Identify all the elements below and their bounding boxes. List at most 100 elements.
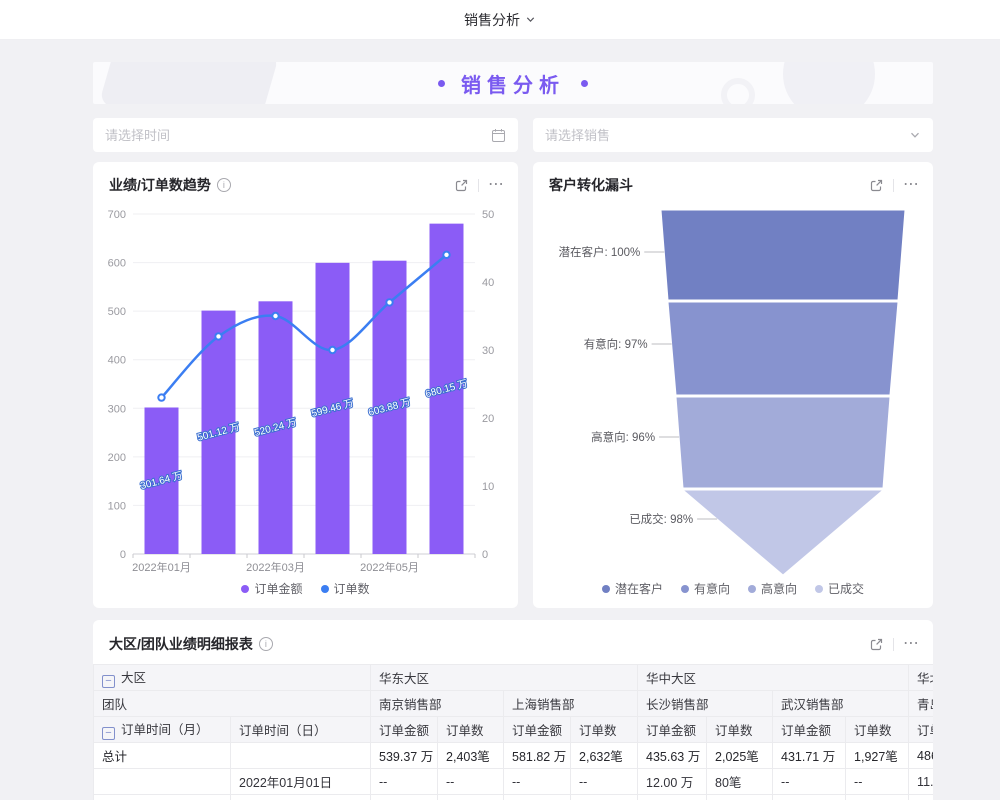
time-filter[interactable] [93,118,518,152]
table-header-cell: 订单数 [707,717,773,743]
header-label: 上海销售部 [512,698,575,712]
table-cell: -- [773,769,846,795]
table-cell: -- [438,795,504,800]
funnel-legend-item[interactable]: 已成交 [815,580,864,597]
table-cell: -- [846,795,909,800]
card-header: 业绩/订单数趋势 i ⋯ [93,162,518,195]
funnel-segment-3[interactable] [676,397,890,488]
calendar-icon [491,128,506,143]
more-menu-icon[interactable]: ⋯ [488,181,504,189]
header-label: 订单金额 [379,724,429,738]
time-filter-input[interactable] [105,128,491,143]
table-header-cell: 订单金额 [773,717,846,743]
card-title: 大区/团队业绩明细报表 [109,634,253,654]
more-menu-icon[interactable]: ⋯ [903,640,919,648]
collapse-icon[interactable]: − [102,727,115,740]
sales-filter[interactable] [533,118,933,152]
export-icon[interactable] [869,178,884,193]
right-axis-tick: 0 [482,549,488,561]
line-point[interactable] [329,347,335,353]
report-table: −大区华东大区华中大区华北大区团队南京销售部上海销售部长沙销售部武汉销售部青岛销… [93,664,933,800]
table-cell: -- [773,795,846,800]
table-header-cell: 订单数 [438,717,504,743]
line-point[interactable] [215,333,221,339]
trend-legend-item[interactable]: 订单数 [321,580,370,597]
table-cell: -- [371,769,438,795]
trend-legend-item[interactable]: 订单金额 [241,580,302,597]
header-label: 订单数 [579,724,617,738]
table-cell: 581.82 万 [504,743,571,769]
header-label: 订单时间（日） [239,724,327,738]
funnel-segment-4[interactable] [683,490,883,575]
header-label: 订单金额 [512,724,562,738]
chevron-down-icon [909,129,921,141]
table-cell [909,795,933,800]
divider [478,179,479,192]
legend-dot [602,585,610,593]
table-header-cell: 订单金额 [638,717,707,743]
divider [893,638,894,651]
line-point[interactable] [272,313,278,319]
left-axis-tick: 200 [108,452,126,464]
export-icon[interactable] [869,637,884,652]
line-point[interactable] [386,299,392,305]
table-cell: -- [571,769,638,795]
report-table-card: 大区/团队业绩明细报表 i ⋯ −大区华东大区华中大区华北大区团队南京销售部上海… [93,620,933,800]
table-cell: -- [371,795,438,800]
funnel-segment-2[interactable] [668,302,898,395]
legend-label: 订单金额 [254,580,302,597]
card-actions: ⋯ [869,178,919,193]
legend-label: 订单数 [334,580,370,597]
funnel-legend-item[interactable]: 高意向 [748,580,797,597]
table-header-cell: 团队 [94,691,371,717]
left-axis-tick: 500 [108,306,126,318]
left-axis-tick: 300 [108,403,126,415]
table-cell: 总计 [94,743,231,769]
x-axis-label: 2022年01月 [132,560,191,574]
header-label: 青岛销售部 [917,698,933,712]
header-label: 武汉销售部 [781,698,844,712]
header-label: 南京销售部 [379,698,442,712]
table-cell [94,795,231,800]
collapse-icon[interactable]: − [102,675,115,688]
line-point[interactable] [158,394,164,400]
table-header-row: 团队南京销售部 上海销售部 长沙销售部 武汉销售部 青岛销售部 [94,691,934,717]
card-title: 客户转化漏斗 [549,175,633,195]
header-label: 订单数 [715,724,753,738]
table-header-cell: 订单金额 [504,717,571,743]
funnel-label: 潜在客户: 100% [558,245,640,259]
table-cell: 2,632笔 [571,743,638,769]
table-header-cell: 长沙销售部 [638,691,773,717]
info-icon[interactable]: i [217,178,231,192]
legend-label: 高意向 [761,580,797,597]
legend-dot [321,585,329,593]
left-axis-tick: 700 [108,209,126,221]
more-menu-icon[interactable]: ⋯ [903,181,919,189]
funnel-legend-item[interactable]: 有意向 [681,580,730,597]
left-axis-tick: 100 [108,500,126,512]
header-label: 长沙销售部 [646,698,709,712]
left-axis-tick: 0 [120,549,126,561]
table-cell: -- [571,795,638,800]
table-header-cell: −订单时间（月） [94,717,231,743]
banner-bullet [581,80,588,87]
dashboard-switcher[interactable]: 销售分析 [464,10,536,30]
export-icon[interactable] [454,178,469,193]
info-icon[interactable]: i [259,637,273,651]
table-row: 总计539.37 万2,403笔581.82 万2,632笔435.63 万2,… [94,743,934,769]
table-cell: 12.00 万 [638,769,707,795]
line-point[interactable] [443,252,449,258]
sales-filter-input[interactable] [545,128,909,143]
header-label: 订单数 [854,724,892,738]
funnel-legend-item[interactable]: 潜在客户 [602,580,663,597]
chevron-down-icon [525,14,536,25]
funnel-segment-1[interactable] [661,210,905,300]
legend-label: 潜在客户 [615,580,663,597]
table-cell: 431.71 万 [773,743,846,769]
banner-bullet [438,80,445,87]
table-header-cell: 南京销售部 [371,691,504,717]
table-header-cell: 华中大区 [638,665,909,691]
funnel-label: 已成交: 98% [629,512,693,526]
table-header-cell: 订单金额 [371,717,438,743]
card-actions: ⋯ [454,178,504,193]
